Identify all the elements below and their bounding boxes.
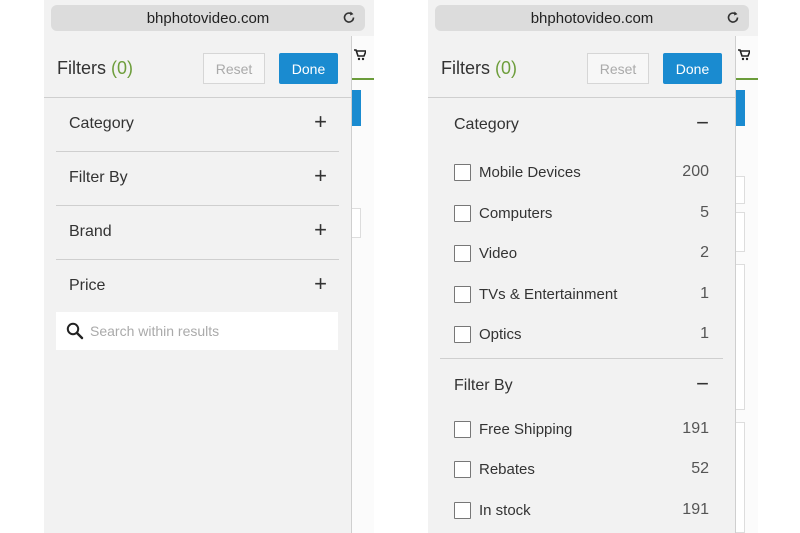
bg-card [735,264,745,410]
section-category[interactable]: Category + [56,98,339,152]
option-label: Video [479,245,518,262]
filters-title: Filters (0) [57,58,133,79]
cart-icon [738,49,752,61]
section-filter-by[interactable]: Filter By − [440,359,723,410]
option-count: 52 [691,460,709,477]
plus-icon[interactable]: + [314,272,327,296]
checkbox[interactable] [454,461,471,478]
filter-header: Filters (0) Reset Done [44,36,351,98]
bg-divider [735,78,758,80]
filter-panel: Filters (0) Reset Done Category + Filter… [44,36,351,533]
minus-icon[interactable]: − [696,111,709,135]
bg-button [351,90,361,126]
filters-label: Filters [57,58,106,78]
bg-button [735,90,745,126]
checkbox[interactable] [454,245,471,262]
filters-count: (0) [495,58,518,78]
checkbox[interactable] [454,326,471,343]
section-brand[interactable]: Brand + [56,206,339,260]
option-count: 191 [682,500,709,518]
url-text: bhphotovideo.com [530,9,654,27]
filter-option[interactable]: Optics 1 [440,315,723,356]
bg-input [735,176,745,204]
background-page [350,36,374,533]
search-placeholder: Search within results [90,323,220,339]
bg-input [351,208,361,238]
section-label: Brand [69,223,112,240]
section-label: Price [69,277,106,294]
section-filter-by[interactable]: Filter By + [56,152,339,206]
reset-button[interactable]: Reset [203,53,265,84]
checkbox[interactable] [454,420,471,438]
option-label: In stock [479,501,531,519]
minus-icon[interactable]: − [696,371,709,396]
option-count: 191 [682,419,709,437]
plus-icon[interactable]: + [314,110,327,134]
filter-option[interactable]: Video 2 [440,234,723,275]
filter-option[interactable]: Computers 5 [440,194,723,235]
phone-collapsed: bhphotovideo.com Filters (0) Reset Done … [44,0,374,533]
done-button[interactable]: Done [279,53,338,84]
done-button[interactable]: Done [663,53,722,84]
filters-label: Filters [441,58,490,78]
option-label: Rebates [479,461,535,478]
cart-icon [354,49,368,61]
reload-icon[interactable] [341,8,357,26]
section-label: Category [454,116,519,133]
plus-icon[interactable]: + [314,218,327,242]
option-label: Computers [479,204,553,222]
option-label: Mobile Devices [479,164,581,181]
checkbox[interactable] [454,285,471,303]
filter-option[interactable]: In stock 191 [440,491,723,532]
option-count: 1 [700,325,709,342]
option-count: 1 [700,284,709,302]
option-count: 200 [682,163,709,180]
filter-header: Filters (0) Reset Done [428,36,735,98]
bg-divider [351,78,374,80]
address-bar[interactable]: bhphotovideo.com [51,5,365,31]
filters-title: Filters (0) [441,58,517,79]
checkbox[interactable] [454,501,471,519]
section-label: Filter By [454,376,513,394]
background-page [734,36,758,533]
search-icon [66,322,84,340]
option-count: 5 [700,203,709,221]
section-label: Filter By [69,169,128,186]
plus-icon[interactable]: + [314,164,327,188]
address-bar[interactable]: bhphotovideo.com [435,5,749,31]
filter-option[interactable]: TVs & Entertainment 1 [440,275,723,316]
phone-expanded: bhphotovideo.com Filters (0) Reset Done … [428,0,758,533]
bg-card [735,422,745,533]
url-text: bhphotovideo.com [146,9,270,27]
bg-input [735,212,745,252]
section-label: Category [69,115,134,132]
option-count: 2 [700,244,709,261]
section-price[interactable]: Price + [56,260,339,314]
reload-icon[interactable] [725,8,741,26]
option-label: TVs & Entertainment [479,285,618,303]
option-label: Free Shipping [479,420,573,438]
reset-button[interactable]: Reset [587,53,649,84]
section-category[interactable]: Category − [440,98,723,153]
filter-option[interactable]: Rebates 52 [440,450,723,491]
filter-option[interactable]: Mobile Devices 200 [440,153,723,194]
filter-panel: Filters (0) Reset Done Category − Mobile… [428,36,735,533]
filter-option[interactable]: Free Shipping 191 [440,410,723,451]
search-input[interactable]: Search within results [56,312,338,350]
option-label: Optics [479,326,522,343]
filters-count: (0) [111,58,134,78]
checkbox[interactable] [454,164,471,181]
checkbox[interactable] [454,204,471,222]
